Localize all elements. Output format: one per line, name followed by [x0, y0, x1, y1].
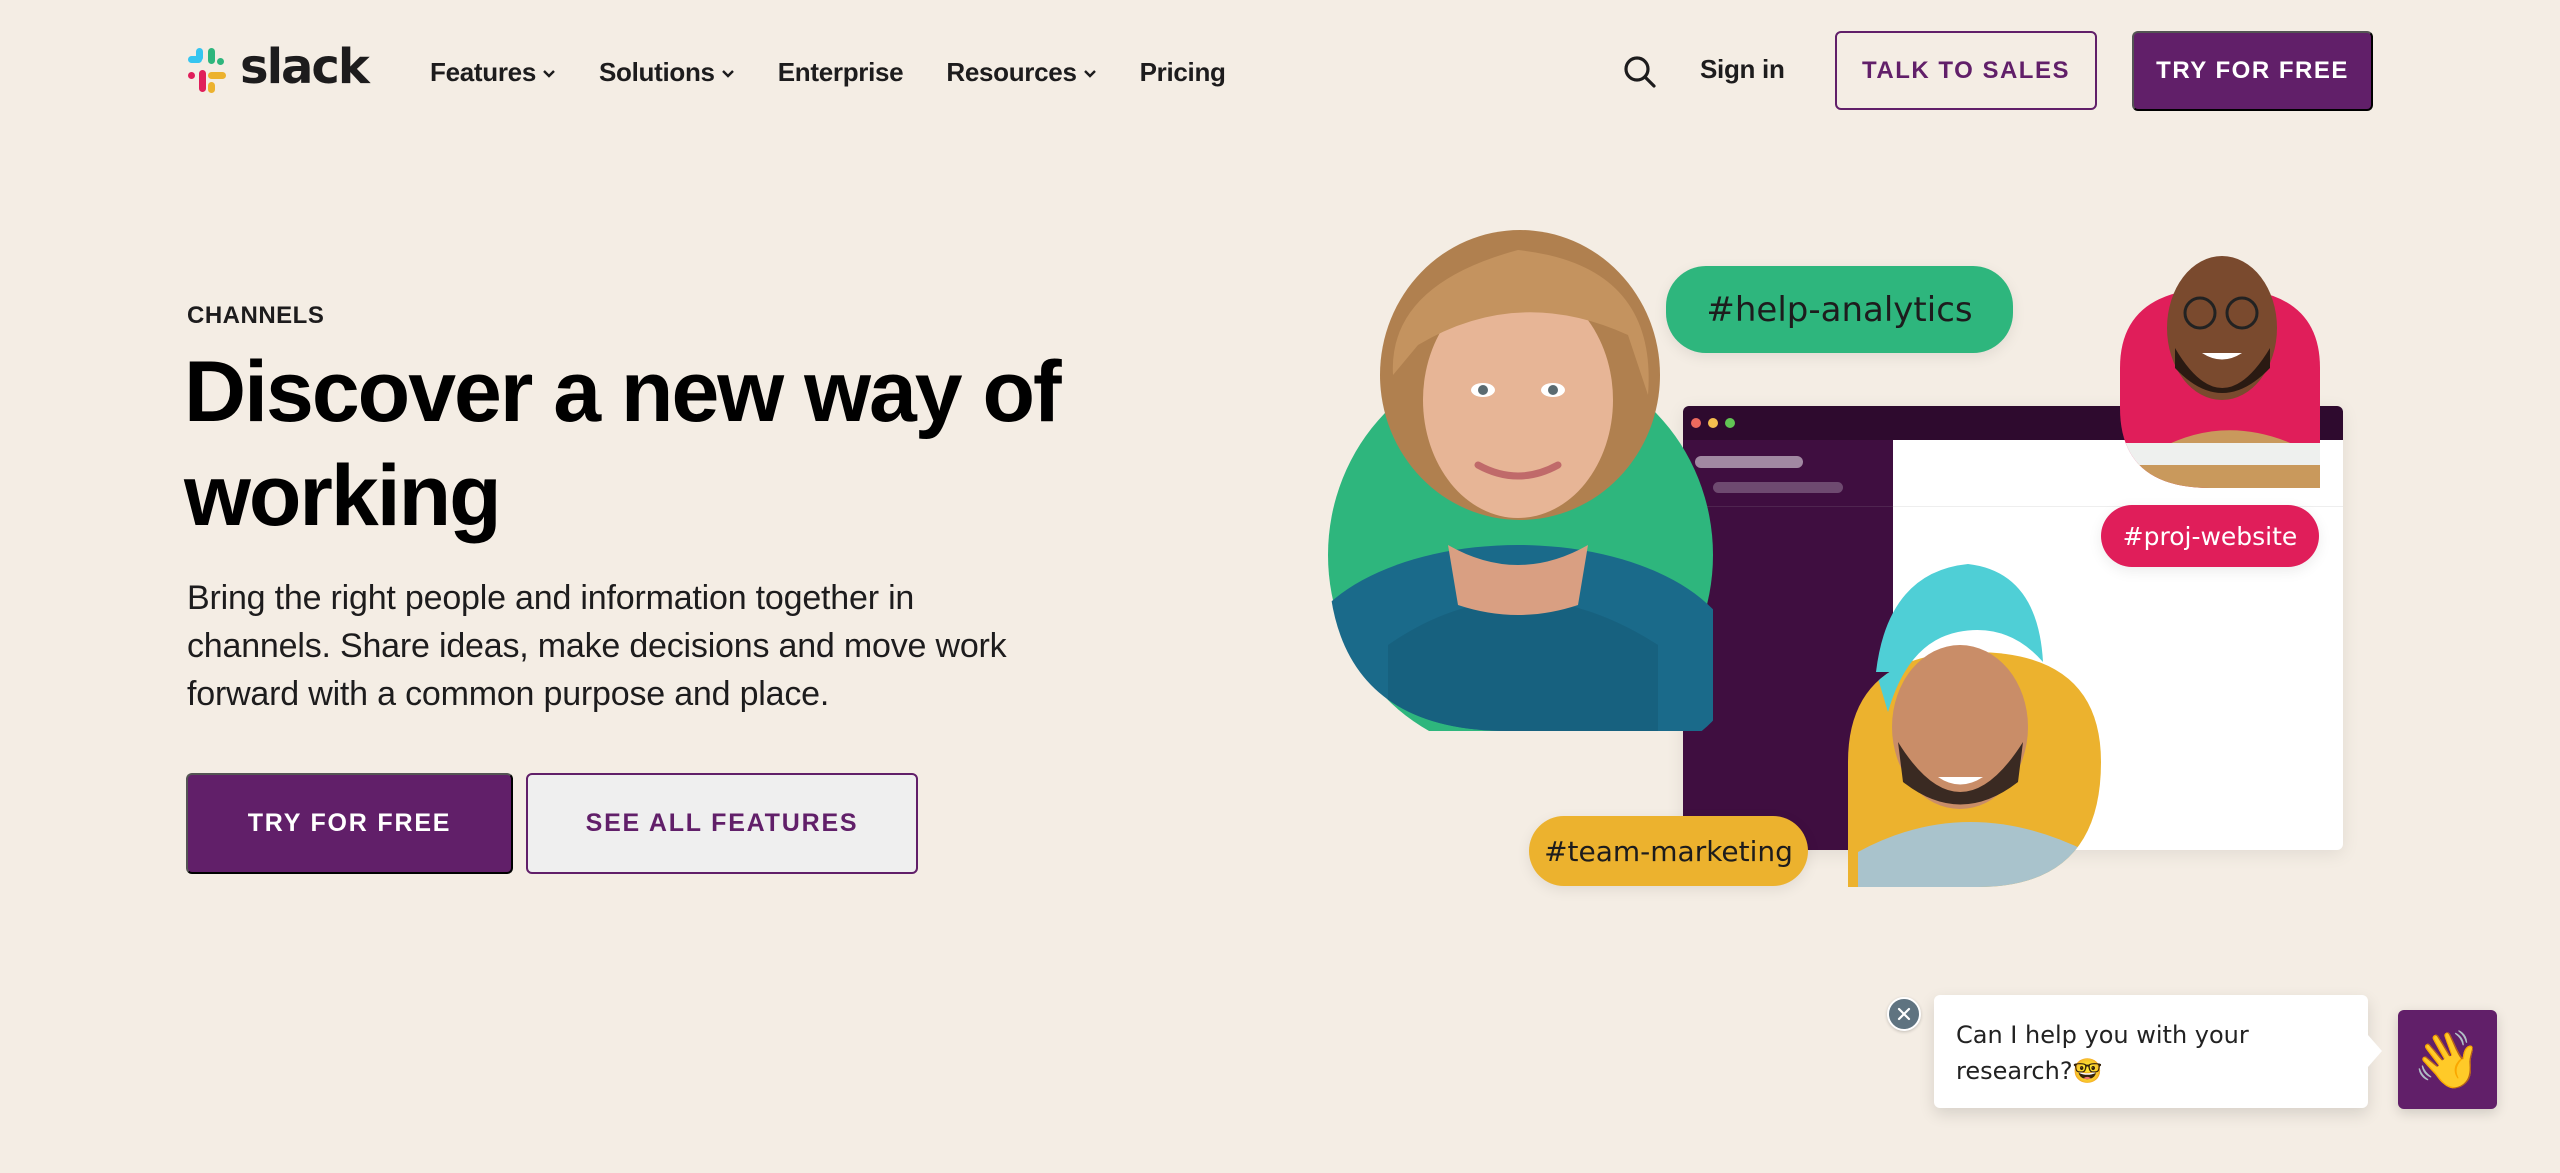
site-header: slack Features Solutions Enterprise Reso…	[0, 0, 2560, 142]
try-for-free-button[interactable]: TRY FOR FREE	[186, 773, 513, 874]
slack-logo[interactable]: slack	[186, 39, 370, 95]
search-button[interactable]	[1620, 52, 1660, 92]
portrait-woman	[1328, 225, 1713, 731]
hero-eyebrow: CHANNELS	[187, 302, 325, 329]
nav-item-enterprise[interactable]: Enterprise	[778, 57, 904, 88]
channel-label: #help-analytics	[1706, 289, 1973, 330]
main-nav: Features Solutions Enterprise Resources …	[430, 52, 1269, 92]
divider	[1683, 506, 1893, 507]
hero-headline: Discover a new way of working	[184, 344, 1062, 544]
nav-item-label: Solutions	[598, 56, 715, 87]
channel-pill-proj-website: #proj-website	[2101, 505, 2319, 567]
waving-hand-icon: 👋	[2412, 1027, 2483, 1091]
channel-pill-help-analytics: #help-analytics	[1666, 266, 2013, 353]
nav-item-pricing[interactable]: Pricing	[1140, 57, 1226, 88]
chat-prompt-bubble[interactable]: Can I help you with your research?🤓	[1934, 995, 2382, 1108]
chat-launcher-button[interactable]: 👋	[2398, 1010, 2497, 1109]
nav-item-label: Resources	[946, 56, 1077, 87]
nav-item-resources[interactable]: Resources	[946, 57, 1096, 88]
nav-item-label: Features	[430, 56, 536, 87]
talk-to-sales-button[interactable]: TALK TO SALES	[1835, 31, 2097, 110]
slack-logo-icon	[188, 48, 226, 93]
chevron-down-icon	[721, 70, 734, 78]
see-all-features-button[interactable]: SEE ALL FEATURES	[526, 773, 918, 874]
woman-avatar-icon	[1328, 230, 1713, 731]
nav-item-label: Enterprise	[777, 56, 904, 87]
search-icon	[1624, 56, 1656, 88]
portrait-man-glasses	[2120, 238, 2320, 488]
nav-item-solutions[interactable]: Solutions	[599, 57, 735, 88]
chat-close-button[interactable]	[1887, 997, 1921, 1031]
nav-item-features[interactable]: Features	[430, 57, 556, 88]
chevron-down-icon	[1083, 70, 1096, 78]
try-for-free-header-button[interactable]: TRY FOR FREE	[2132, 31, 2373, 111]
mock-sidebar-item	[1713, 482, 1843, 493]
portrait-man-turban	[1848, 552, 2101, 887]
chevron-down-icon	[543, 70, 555, 78]
man-turban-avatar-icon	[1848, 564, 2101, 887]
channel-label: #proj-website	[2122, 521, 2298, 551]
sign-in-link[interactable]: Sign in	[1700, 54, 1785, 85]
man-glasses-avatar-icon	[2120, 256, 2320, 488]
channel-label: #team-marketing	[1544, 834, 1793, 868]
hero-subcopy: Bring the right people and information t…	[187, 579, 1007, 713]
brand-wordmark: slack	[240, 39, 370, 95]
close-icon	[1897, 1007, 1911, 1021]
channel-pill-team-marketing: #team-marketing	[1529, 816, 1808, 886]
window-zoom-dot	[1725, 418, 1735, 428]
chat-message: Can I help you with your research?🤓	[1956, 1021, 2249, 1085]
nav-item-label: Pricing	[1139, 56, 1226, 87]
